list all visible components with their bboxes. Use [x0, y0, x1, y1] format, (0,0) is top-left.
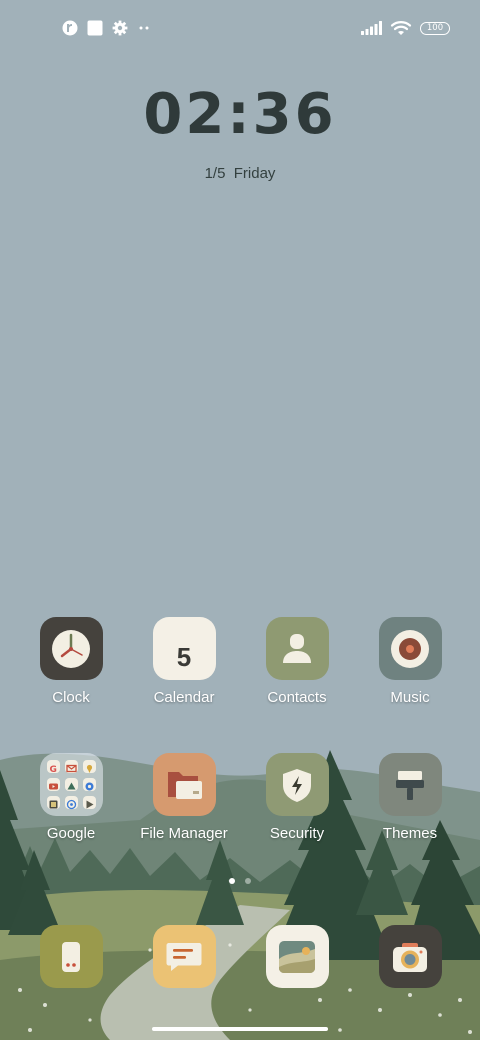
calendar-day-number: 5: [176, 642, 192, 672]
square-notification-icon: [87, 20, 103, 36]
drive-mini-icon: [64, 778, 78, 791]
themes-app-icon[interactable]: [378, 753, 442, 816]
dock-camera[interactable]: [350, 925, 470, 988]
youtube-mini-icon: [46, 778, 60, 791]
app-calendar[interactable]: 5 Calendar: [124, 617, 244, 706]
app-label-music: Music: [390, 689, 430, 706]
calendar-app-icon[interactable]: 5: [152, 617, 216, 680]
app-notification-icon: [62, 20, 78, 36]
google-mini-icon: G: [46, 760, 60, 775]
home-indicator-bar[interactable]: [152, 1027, 328, 1031]
gmail-mini-icon: [64, 760, 78, 773]
home-screen: 100 02:36 1/5 Friday Clock 5 Calendar Co…: [0, 0, 480, 1040]
app-label-file-manager: File Manager: [140, 825, 228, 842]
settings-gear-icon: [112, 20, 128, 36]
file-manager-app-icon[interactable]: [152, 753, 216, 816]
app-security[interactable]: Security: [237, 753, 357, 842]
app-label-themes: Themes: [382, 825, 438, 842]
phone-app-icon[interactable]: [39, 925, 103, 988]
app-folder-google[interactable]: G Google: [11, 753, 131, 842]
status-bar-left: [62, 18, 151, 38]
status-bar-right: 100: [360, 18, 450, 38]
wifi-icon: [390, 21, 412, 35]
app-contacts[interactable]: Contacts: [237, 617, 357, 706]
play-store-mini-icon: [82, 796, 96, 809]
music-app-icon[interactable]: [378, 617, 442, 680]
gallery-app-icon[interactable]: [265, 925, 329, 988]
dock-phone[interactable]: [11, 925, 131, 988]
app-label-calendar: Calendar: [153, 689, 215, 706]
page-dot[interactable]: [245, 878, 251, 884]
app-music[interactable]: Music: [350, 617, 470, 706]
duo-mini-icon: [64, 796, 78, 810]
app-label-contacts: Contacts: [267, 689, 327, 706]
contacts-app-icon[interactable]: [265, 617, 329, 680]
svg-text:G: G: [49, 765, 56, 775]
messages-app-icon[interactable]: [152, 925, 216, 988]
clock-date[interactable]: 1/5 Friday: [0, 165, 480, 182]
play-movies-mini-icon: [46, 796, 60, 809]
more-dots-icon: [139, 26, 149, 30]
security-app-icon[interactable]: [265, 753, 329, 816]
wallpaper: [0, 0, 480, 1040]
dock-gallery[interactable]: [237, 925, 357, 988]
dock-messages[interactable]: [124, 925, 244, 988]
page-dot-active[interactable]: [229, 878, 235, 884]
app-label-security: Security: [269, 825, 325, 842]
signal-icon: [361, 21, 382, 35]
photos-mini-icon: [82, 778, 96, 791]
app-themes[interactable]: Themes: [350, 753, 470, 842]
app-clock[interactable]: Clock: [11, 617, 131, 706]
google-folder-icon[interactable]: G: [39, 753, 103, 816]
camera-app-icon[interactable]: [378, 925, 442, 988]
app-label-clock: Clock: [52, 689, 90, 706]
page-indicator[interactable]: [0, 878, 480, 884]
app-file-manager[interactable]: File Manager: [124, 753, 244, 842]
app-label-google: Google: [46, 825, 96, 842]
battery-icon: 100: [420, 21, 450, 35]
maps-mini-icon: [82, 760, 96, 773]
clock-app-icon[interactable]: [39, 617, 103, 680]
clock-time[interactable]: 02:36: [0, 82, 480, 147]
